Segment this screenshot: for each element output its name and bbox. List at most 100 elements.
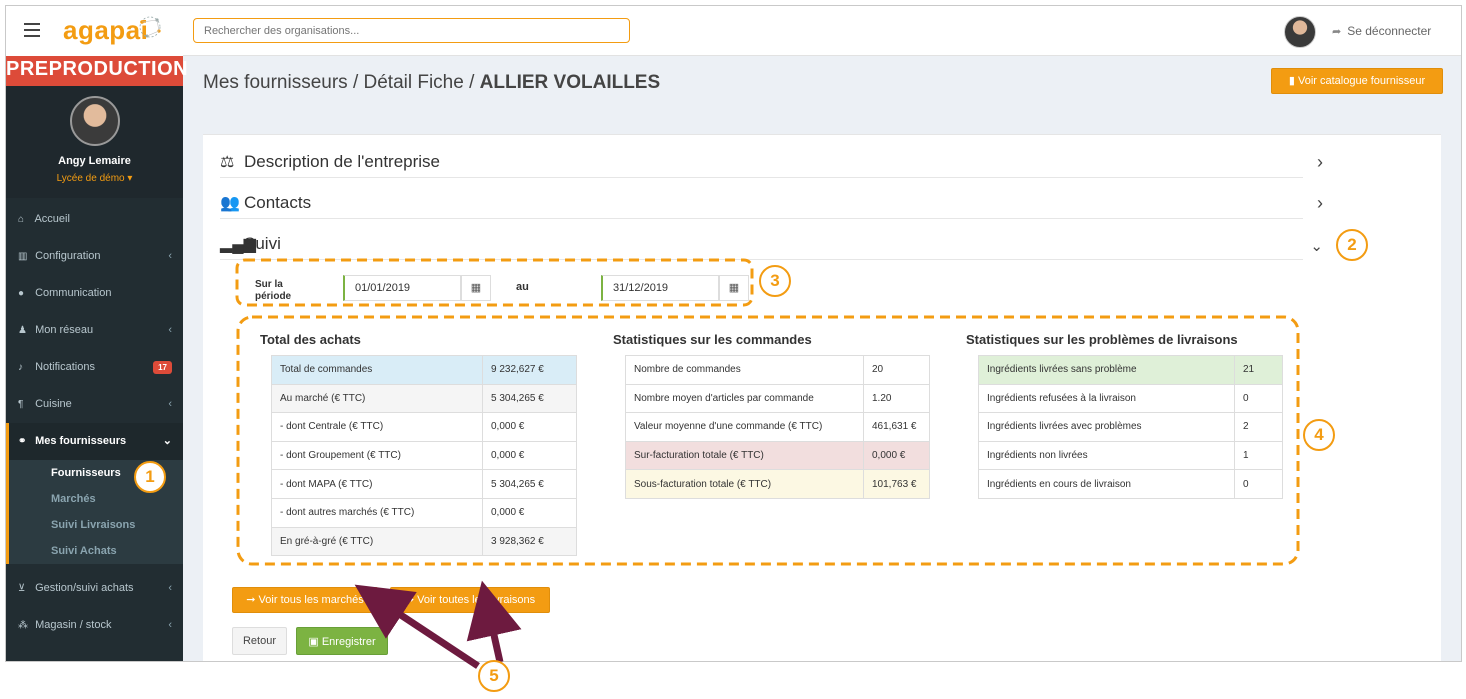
save-button[interactable]: ▣ Enregistrer — [296, 627, 388, 655]
table-row: Nombre de commandes 20 — [625, 355, 930, 385]
cubes-icon: ⁂ — [18, 620, 28, 631]
row-label: Nombre moyen d'articles par commande — [625, 383, 864, 414]
period-to-label: au — [516, 281, 529, 293]
logo-area: agapai — [6, 6, 183, 56]
cutlery-icon: ¶ — [18, 399, 24, 410]
sidebar-item-label: Communication — [35, 287, 112, 299]
section-description[interactable]: ⚖ Description de l'entreprise › — [220, 152, 1323, 178]
sidebar-item-communication[interactable]: ● Communication — [6, 275, 183, 312]
commandes-title: Statistiques sur les commandes — [613, 332, 812, 347]
sidebar-item-cuisine[interactable]: ¶ Cuisine ‹ — [6, 386, 183, 423]
sidebar-item-configuration[interactable]: ▥ Configuration ‹ — [6, 238, 183, 275]
sidebar-menu: ⌂ Accueil ▥ Configuration ‹ ● Communicat… — [6, 201, 183, 644]
achats-title: Total des achats — [260, 332, 361, 347]
sidebar-subitem-suivi-achats[interactable]: Suivi Achats — [9, 538, 183, 564]
row-value: 0 — [1234, 383, 1283, 414]
environment-banner: PREPRODUCTION — [6, 56, 188, 86]
livraisons-title: Statistiques sur les problèmes de livrai… — [966, 332, 1238, 347]
back-button[interactable]: Retour — [232, 627, 287, 655]
sidebar-item-label: Cuisine — [35, 398, 72, 410]
user-panel: Angy Lemaire Lycée de démo ▾ — [6, 86, 183, 198]
bell-icon: ♪ — [18, 362, 23, 373]
chevron-down-icon[interactable]: ⌄ — [1310, 237, 1323, 255]
table-row: - dont MAPA (€ TTC) 5 304,265 € — [271, 469, 577, 499]
section-contacts[interactable]: 👥 Contacts › — [220, 193, 1323, 219]
table-row: En gré-à-gré (€ TTC) 3 928,362 € — [271, 526, 577, 557]
row-value: 0,000 € — [482, 412, 577, 442]
table-row: - dont autres marchés (€ TTC) 0,000 € — [271, 497, 577, 528]
sidebar-item-label: Mes fournisseurs — [35, 435, 127, 447]
organisation-search-input[interactable] — [193, 18, 630, 43]
organisation-dropdown[interactable]: Lycée de démo ▾ — [6, 173, 183, 184]
row-value: 5 304,265 € — [482, 469, 577, 499]
chevron-right-icon[interactable]: › — [1317, 152, 1323, 173]
view-catalog-button[interactable]: ▮ Voir catalogue fournisseur — [1271, 68, 1443, 94]
view-all-deliveries-button[interactable]: ➞ Voir toutes les livraisons — [390, 587, 550, 613]
annotation-number: 5 — [478, 660, 510, 692]
calendar-icon[interactable]: ▦ — [719, 275, 749, 301]
top-navbar: agapai ➦ Se déconnecter — [6, 6, 1461, 56]
table-row: Valeur moyenne d'une commande (€ TTC) 461… — [625, 412, 930, 442]
chevron-down-icon: ⌄ — [162, 435, 172, 447]
app-logo[interactable]: agapai — [63, 15, 148, 46]
row-value: 0,000 € — [482, 440, 577, 471]
page-title: Mes fournisseurs / Détail Fiche / ALLIER… — [203, 72, 660, 94]
breadcrumb: Mes fournisseurs / Détail Fiche / — [203, 72, 480, 93]
sidebar-item-magasin-stock[interactable]: ⁂ Magasin / stock ‹ — [6, 607, 183, 644]
book-icon: ▮ — [1288, 75, 1295, 87]
table-row: Ingrédients en cours de livraison 0 — [978, 469, 1283, 499]
period-label-line: période — [255, 291, 292, 302]
save-label: Enregistrer — [321, 635, 376, 648]
row-value: 461,631 € — [863, 412, 930, 442]
row-label: Sur-facturation totale (€ TTC) — [625, 440, 864, 471]
view-all-markets-button[interactable]: ➞ Voir tous les marchés — [232, 587, 378, 613]
section-title: Contacts — [244, 193, 312, 212]
calendar-icon[interactable]: ▦ — [461, 275, 491, 301]
table-row: Ingrédients livrées avec problèmes 2 — [978, 412, 1283, 442]
user-avatar[interactable] — [1284, 16, 1316, 48]
row-value: 101,763 € — [863, 469, 930, 499]
chevron-left-icon: ‹ — [168, 324, 172, 336]
users-icon: 👥 — [220, 195, 240, 212]
annotation-number: 3 — [759, 265, 791, 297]
annotation-number: 2 — [1336, 229, 1368, 261]
row-label: En gré-à-gré (€ TTC) — [271, 526, 483, 557]
sidebar: PREPRODUCTION Angy Lemaire Lycée de démo… — [6, 56, 188, 661]
row-value: 5 304,265 € — [482, 383, 577, 414]
row-label: Au marché (€ TTC) — [271, 383, 483, 414]
sidebar-item-mes-fournisseurs[interactable]: ⚭ Mes fournisseurs ⌄ — [6, 423, 183, 460]
sidebar-item-gestion-achats[interactable]: ⊻ Gestion/suivi achats ‹ — [6, 570, 183, 607]
user-name: Angy Lemaire — [58, 155, 131, 167]
row-label: Ingrédients livrées avec problèmes — [978, 412, 1235, 442]
row-value: 0,000 € — [482, 497, 577, 528]
logout-link[interactable]: ➦ Se déconnecter — [1332, 24, 1431, 38]
app-window: agapai ➦ Se déconnecter PREPRODUCTION Ang… — [5, 5, 1462, 662]
table-row: Sur-facturation totale (€ TTC) 0,000 € — [625, 440, 930, 471]
chevron-left-icon: ‹ — [168, 398, 172, 410]
start-date-input[interactable]: 01/01/2019 — [343, 275, 461, 301]
section-suivi[interactable]: ▂▄▆Suivi ⌄ — [220, 234, 1323, 260]
table-row: Nombre moyen d'articles par commande 1.20 — [625, 383, 930, 414]
table-row: - dont Centrale (€ TTC) 0,000 € — [271, 412, 577, 442]
logout-label: Se déconnecter — [1347, 24, 1432, 38]
sidebar-item-label: Configuration — [35, 250, 101, 262]
chevron-right-icon[interactable]: › — [1317, 193, 1323, 214]
chevron-left-icon: ‹ — [168, 619, 172, 631]
sidebar-item-label: Notifications — [35, 361, 95, 373]
sidebar-avatar — [70, 96, 120, 146]
comments-icon: ● — [18, 288, 25, 299]
sidebar-item-label: Mon réseau — [35, 324, 94, 336]
row-label: - dont autres marchés (€ TTC) — [271, 497, 483, 528]
hamburger-menu-icon[interactable] — [24, 23, 40, 37]
table-row: Ingrédients refusées à la livraison 0 — [978, 383, 1283, 414]
sidebar-item-label: Accueil — [34, 213, 70, 225]
sidebar-subitem-suivi-livraisons[interactable]: Suivi Livraisons — [9, 512, 183, 538]
end-date-input[interactable]: 31/12/2019 — [601, 275, 719, 301]
sidebar-item-notifications[interactable]: ♪ Notifications 17 — [6, 349, 183, 386]
row-value: 21 — [1234, 355, 1283, 385]
row-value: 2 — [1234, 412, 1283, 442]
sidebar-item-accueil[interactable]: ⌂ Accueil — [6, 201, 183, 238]
sidebar-item-mon-reseau[interactable]: ♟ Mon réseau ‹ — [6, 312, 183, 349]
row-label: Valeur moyenne d'une commande (€ TTC) — [625, 412, 864, 442]
row-label: Ingrédients livrées sans problème — [978, 355, 1235, 385]
